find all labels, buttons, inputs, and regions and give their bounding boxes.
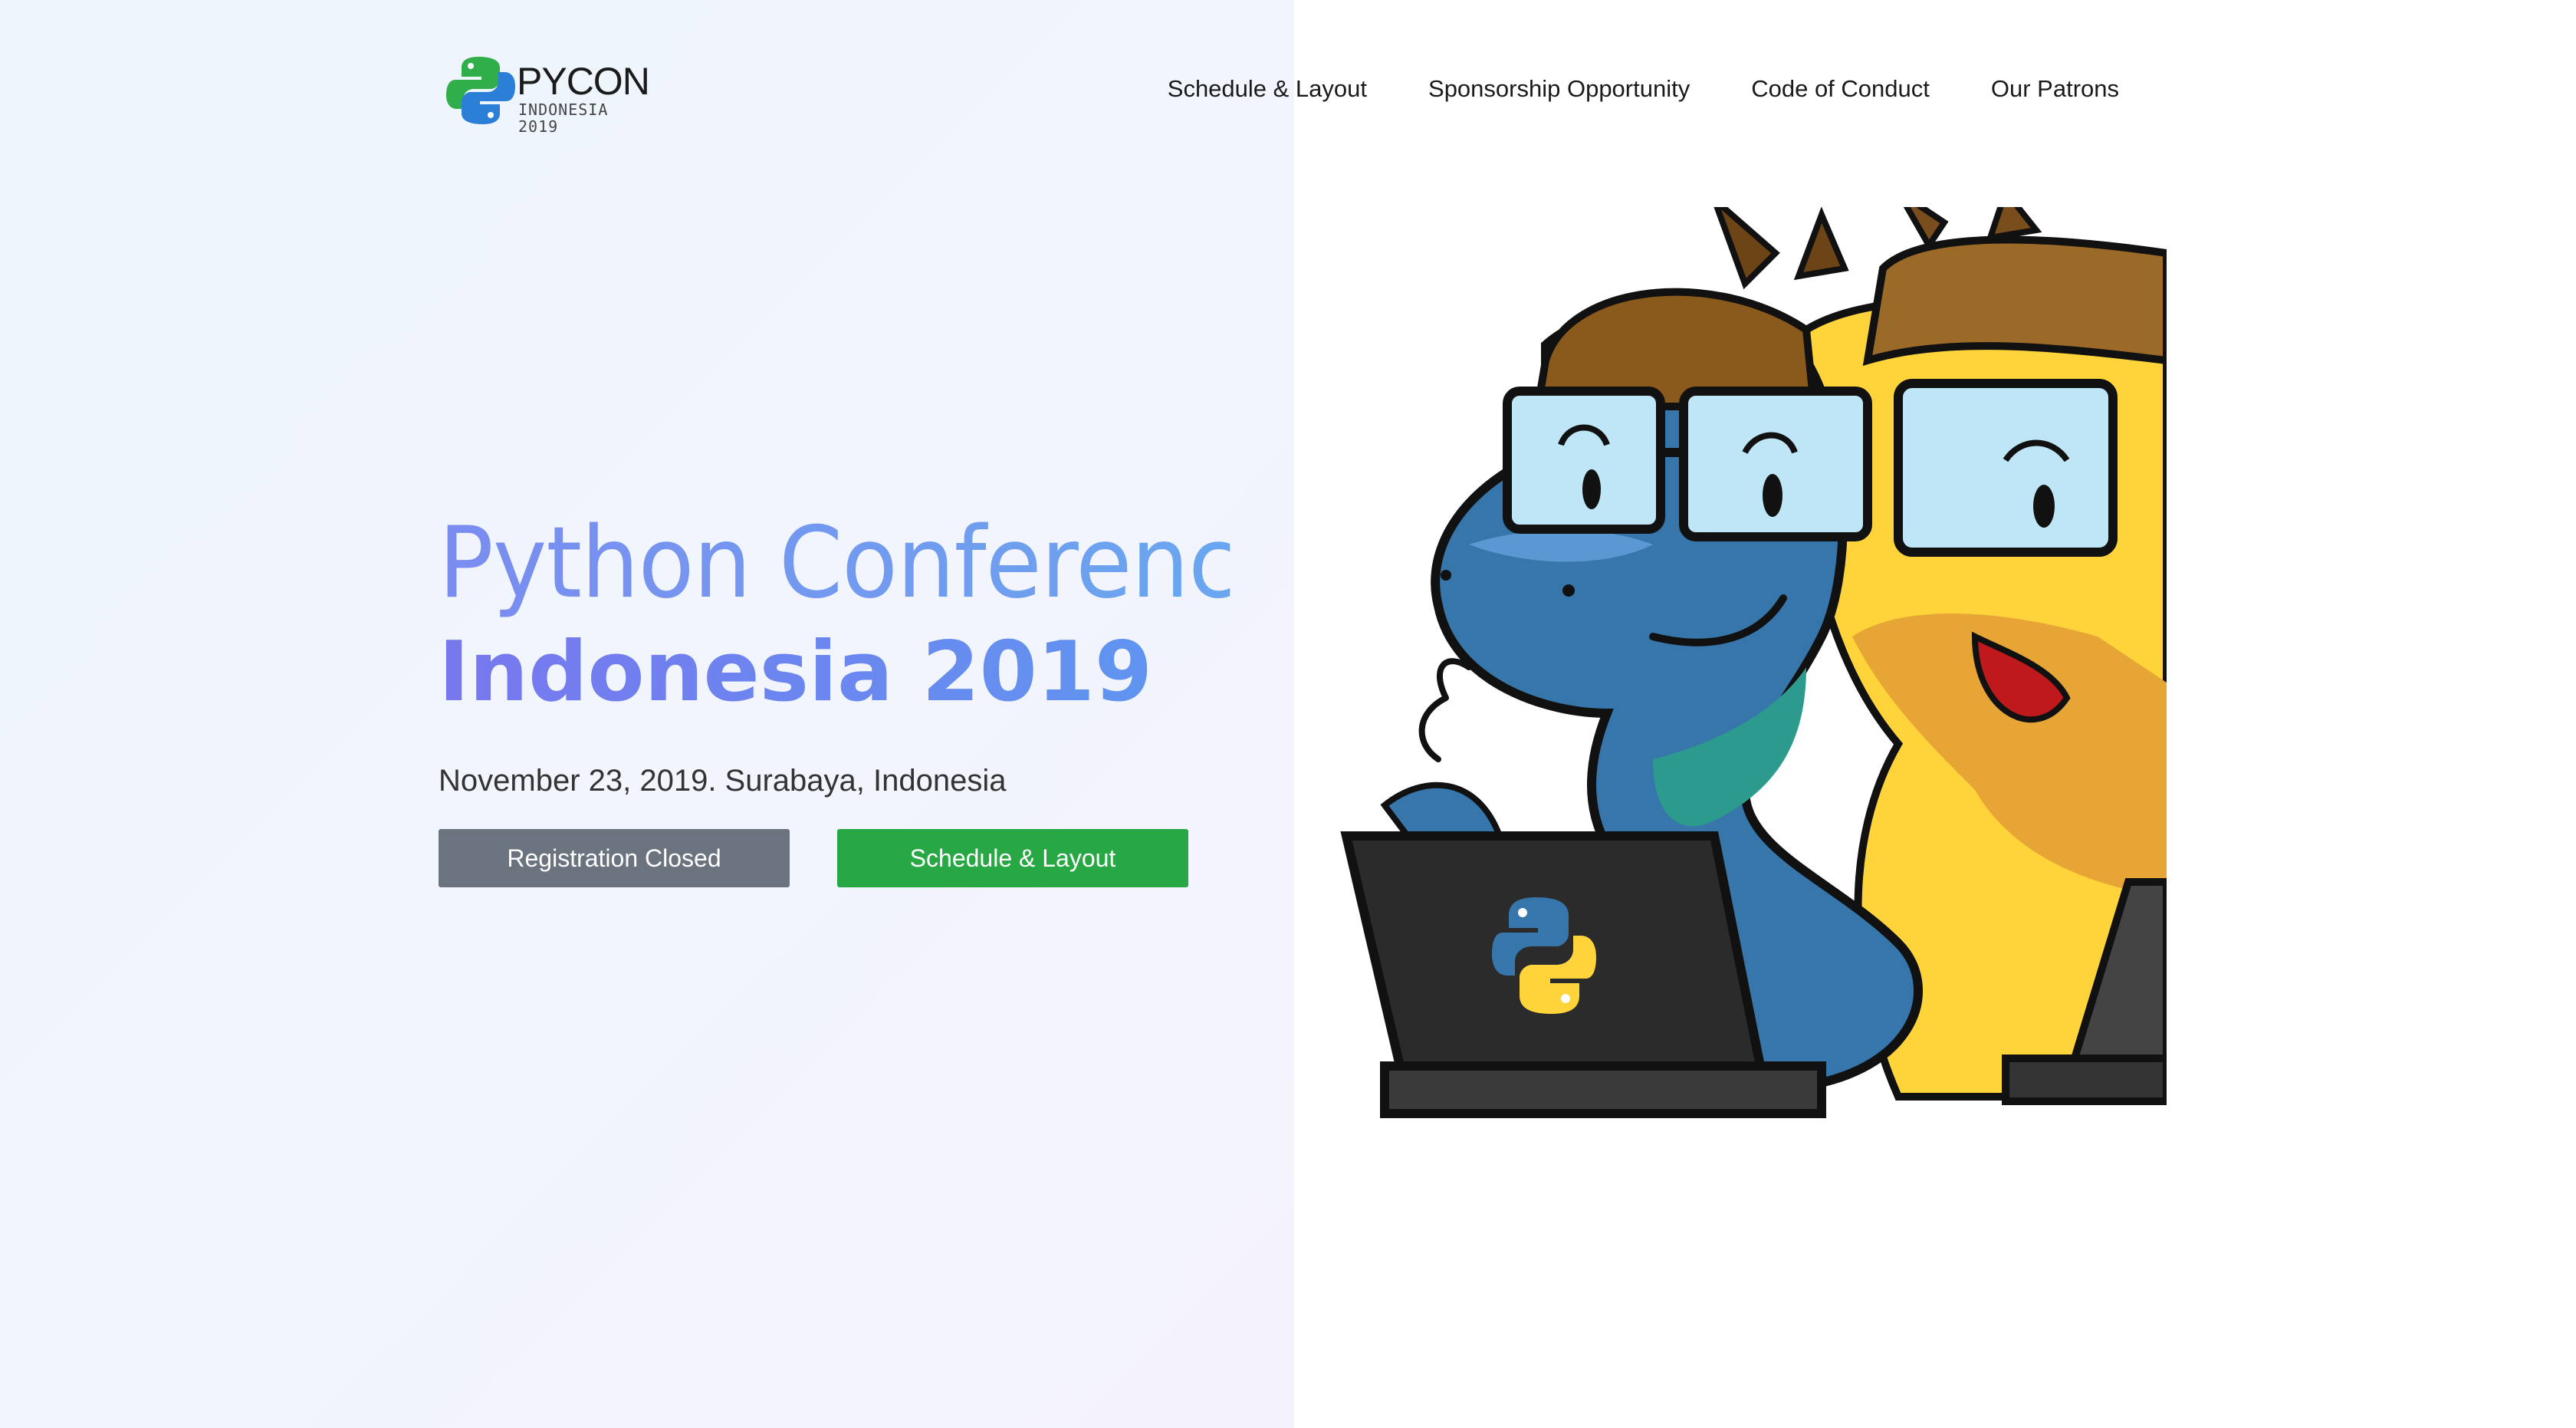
hero-title-line1: Python Conference: [439, 506, 1294, 620]
python-logo-icon: [446, 57, 515, 124]
schedule-layout-button[interactable]: Schedule & Layout: [837, 829, 1188, 887]
pycon-logo[interactable]: PYCON INDONESIA 2019: [446, 54, 653, 135]
logo-subtitle: INDONESIA 2019: [518, 100, 609, 136]
nav-sponsorship[interactable]: Sponsorship Opportunity: [1428, 75, 1690, 103]
nav-code-of-conduct[interactable]: Code of Conduct: [1751, 75, 1930, 103]
event-date-location: November 23, 2019. Surabaya, Indonesia: [439, 764, 1007, 798]
nav-our-patrons[interactable]: Our Patrons: [1991, 75, 2119, 103]
hero-title-line2: Indonesia 2019: [439, 623, 1290, 722]
nav-schedule-layout[interactable]: Schedule & Layout: [1168, 75, 1367, 103]
top-navigation: Schedule & Layout Sponsorship Opportunit…: [1168, 74, 2119, 104]
hero-section: Python Conference Indonesia 2019 Novembe…: [439, 506, 1294, 887]
registration-closed-button[interactable]: Registration Closed: [439, 829, 790, 887]
logo-wordmark: PYCON: [517, 60, 650, 103]
cta-buttons: Registration Closed Schedule & Layout: [439, 829, 1290, 887]
python-mascots-illustration: [1340, 207, 2167, 1118]
